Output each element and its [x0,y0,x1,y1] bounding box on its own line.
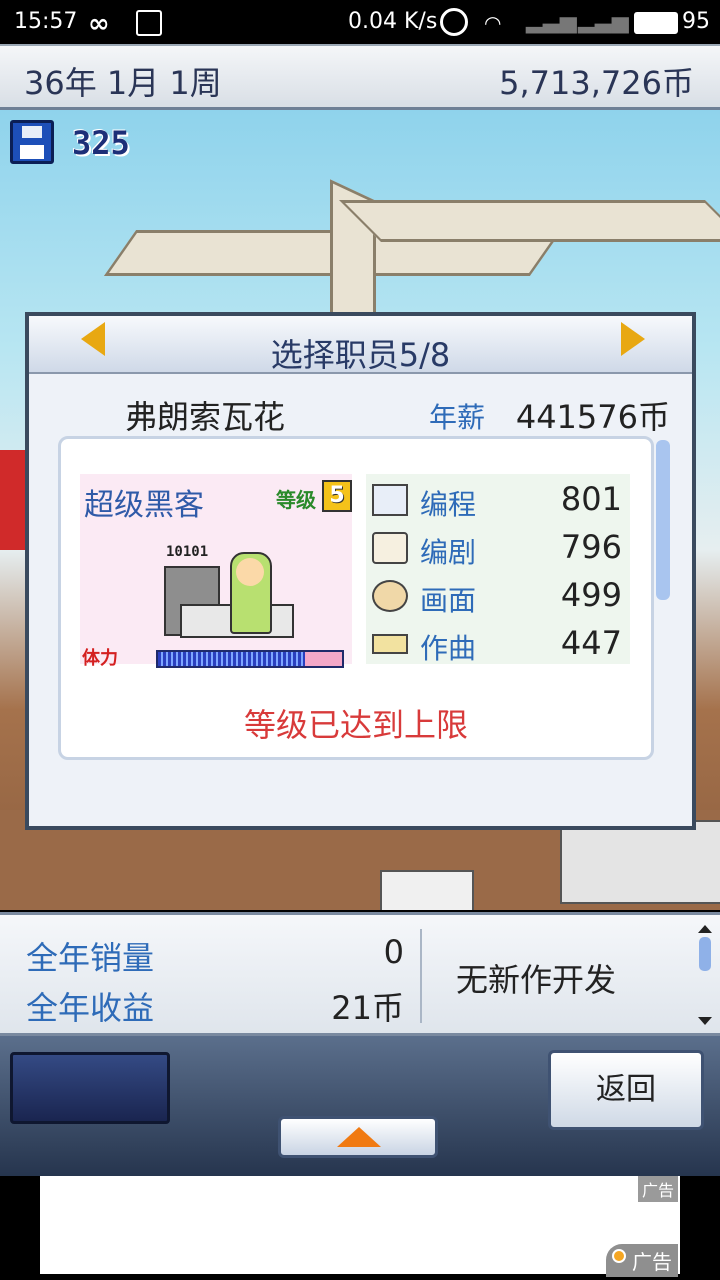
annual-revenue-value: 21币 [331,989,404,1027]
development-status: 无新作开发 [456,961,617,999]
panel-scrollbar[interactable] [698,925,712,1025]
roof-beam-right [339,200,720,242]
stat-value: 499 [560,576,622,614]
job-panel: 超级黑客 等级 5 10101 体力 [80,474,352,669]
dialog-title: 选择职员5/8 [270,336,451,374]
notification-icon [136,10,162,36]
stat-row-scenario: 编剧 796 [366,524,630,570]
ad-banner[interactable]: 广告 广告 [40,1176,680,1277]
battery-icon [634,12,678,34]
stat-label: 编程 [420,488,477,521]
annual-sales-value: 0 [383,933,404,971]
screen-code: 10101 [166,544,209,560]
stamina-bar [156,650,344,668]
net-speed: 0.04 K/s [348,9,438,34]
salary-label: 年薪 [429,401,486,434]
stat-label: 编剧 [420,536,477,569]
computer-icon [372,484,408,516]
signal-icon-2: ▂▃▅ [578,9,629,34]
ad-badge[interactable]: 广告 [606,1244,678,1277]
annual-stats-panel: 全年销量 0 全年收益 21币 无新作开发 [0,912,720,1036]
infinity-icon: ∞ [88,9,110,39]
game-date: 36年 1月 1周 [24,64,222,102]
battery-level: 95 [682,9,710,34]
stamina-label: 体力 [82,648,118,669]
back-button[interactable]: 返回 [548,1050,704,1130]
vending-machine [0,450,26,550]
trumpet-icon [372,634,408,654]
floppy-disk-icon [10,120,54,164]
money-balance: 5,713,726币 [499,64,694,102]
level-value: 5 [322,480,352,512]
book-icon [372,532,408,564]
dialog-header: 选择职员5/8 [29,316,692,374]
annual-revenue-label: 全年收益 [26,989,155,1027]
skills-panel: 编程 801 编剧 796 画面 499 作曲 447 [366,474,630,666]
next-staff-arrow-icon[interactable] [621,322,645,356]
bookshelf [560,820,720,904]
stat-label: 作曲 [420,632,477,665]
employee-sprite [230,552,272,634]
annual-sales-label: 全年销量 [26,939,155,977]
scroll-up-icon[interactable] [698,925,712,933]
expand-menu-button[interactable] [278,1116,438,1158]
employee-name: 弗朗索瓦花 [125,398,286,436]
stat-label: 画面 [420,584,477,617]
stat-value: 801 [560,480,622,518]
stat-value: 447 [560,624,622,662]
status-time: 15:57 [14,9,78,34]
level-label: 等级 [276,488,316,512]
scroll-thumb[interactable] [699,937,711,971]
desk [380,870,474,910]
save-counter[interactable]: 325 [10,120,170,166]
palette-icon [372,580,408,612]
salary-value: 441576币 [515,398,670,436]
top-info-bar: 36年 1月 1周 5,713,726币 [0,44,720,110]
job-title: 超级黑客 [84,488,204,523]
level-limit-message: 等级已达到上限 [243,706,468,744]
status-bar: 15:57 ∞ 0.04 K/s ◠ ▂▃▅ ▂▃▅ 95 [0,0,720,44]
wifi-icon: ◠ [484,11,502,35]
save-count: 325 [72,124,130,162]
stat-row-graphics: 画面 499 [366,572,630,618]
panel-divider [420,929,422,1023]
scroll-down-icon[interactable] [698,1017,712,1025]
menu-slot-button[interactable] [10,1052,170,1124]
signal-icon: ▂▃▅ [526,9,577,34]
chevron-up-icon [337,1127,381,1147]
stat-value: 796 [560,528,622,566]
stat-row-programming: 编程 801 [366,476,630,522]
stat-row-music: 作曲 447 [366,620,630,666]
ad-label: 广告 [637,1176,678,1202]
card-scrollbar[interactable] [656,440,670,600]
alarm-icon [440,8,468,36]
stamina-bar-fill [158,652,306,666]
